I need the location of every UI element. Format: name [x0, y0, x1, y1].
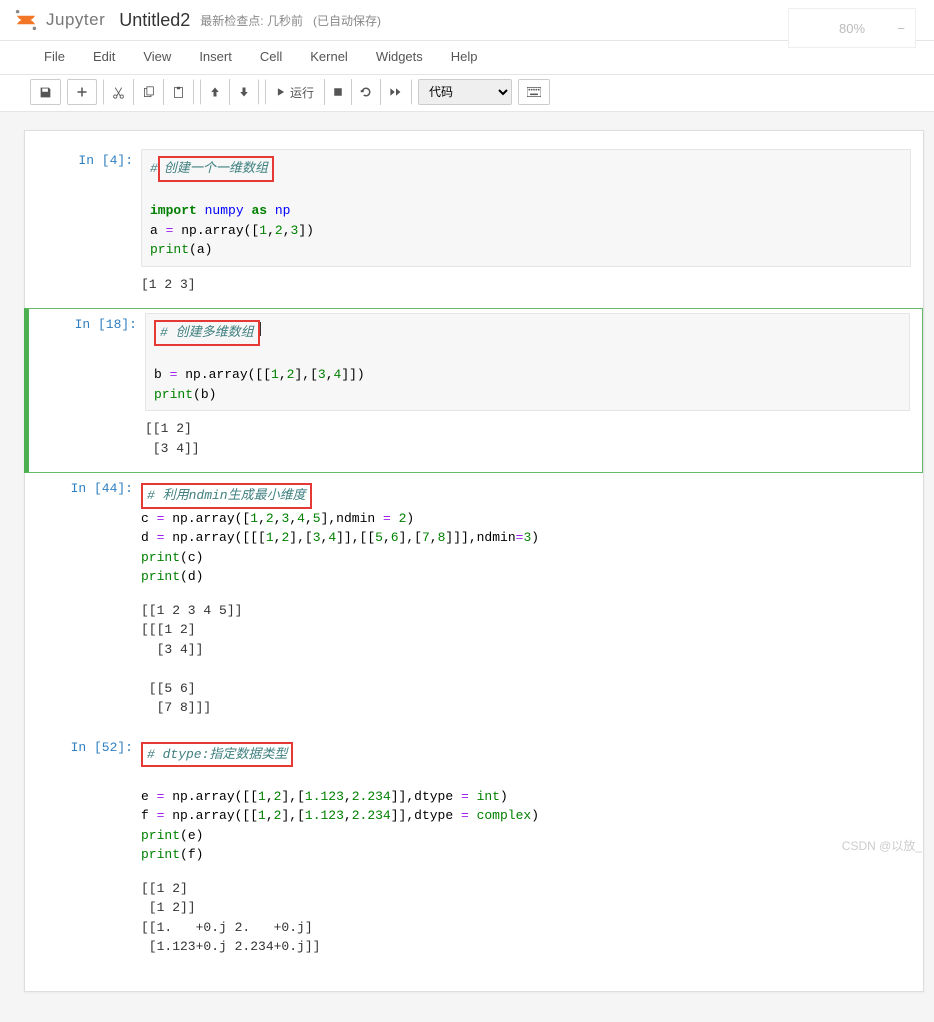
autosave-text: (已自动保存) [313, 12, 381, 29]
menu-help[interactable]: Help [437, 45, 492, 68]
cell-output: [[1 2] [3 4]] [145, 415, 910, 466]
code-cell[interactable]: In [52]: # dtype:指定数据类型 e = np.array([[1… [25, 732, 923, 971]
arrow-up-icon [209, 86, 221, 98]
notebook-area: In [4]: #创建一个一维数组 import numpy as np a =… [0, 112, 934, 1022]
play-icon [276, 87, 286, 97]
cell-body: # 创建多维数组 b = np.array([[1,2],[3,4]]) pri… [145, 313, 922, 466]
code-input[interactable]: #创建一个一维数组 import numpy as np a = np.arra… [141, 149, 911, 267]
notebook-inner: In [4]: #创建一个一维数组 import numpy as np a =… [24, 130, 924, 992]
code-cell[interactable]: In [18]: # 创建多维数组 b = np.array([[1,2],[3… [24, 308, 923, 473]
plus-icon [76, 86, 88, 98]
checkpoint-text: 最新检查点: 几秒前 [200, 12, 303, 29]
arrow-down-icon [238, 86, 250, 98]
menu-view[interactable]: View [129, 45, 185, 68]
toolbar: 运行 代码 [0, 75, 934, 112]
menu-kernel[interactable]: Kernel [296, 45, 362, 68]
menu-cell[interactable]: Cell [246, 45, 296, 68]
move-down-button[interactable] [230, 79, 258, 105]
input-prompt: In [52]: [25, 736, 141, 965]
cut-button[interactable] [104, 79, 134, 105]
paste-icon [172, 86, 185, 99]
jupyter-logo-icon [12, 6, 40, 34]
cell-body: #创建一个一维数组 import numpy as np a = np.arra… [141, 149, 923, 302]
notebook-title[interactable]: Untitled2 [119, 10, 190, 31]
zoom-value: 80% [839, 21, 865, 36]
fast-forward-button[interactable] [381, 79, 411, 105]
menu-insert[interactable]: Insert [185, 45, 246, 68]
code-input[interactable]: # 利用ndmin生成最小维度 c = np.array([1,2,3,4,5]… [141, 477, 911, 593]
restart-icon [360, 86, 372, 98]
keyboard-icon [527, 87, 541, 97]
zoom-indicator: 80% − [788, 8, 916, 48]
run-group: 运行 [265, 79, 412, 105]
code-cell[interactable]: In [4]: #创建一个一维数组 import numpy as np a =… [25, 145, 923, 308]
cut-icon [112, 86, 125, 99]
copy-button[interactable] [134, 79, 164, 105]
watermark: CSDN @以放_ [842, 837, 922, 854]
code-input[interactable]: # dtype:指定数据类型 e = np.array([[1,2],[1.12… [141, 736, 911, 871]
copy-icon [142, 86, 155, 99]
zoom-minus[interactable]: − [897, 21, 905, 36]
input-prompt: In [18]: [29, 313, 145, 466]
save-button[interactable] [30, 79, 61, 105]
edit-group [103, 79, 194, 105]
paste-button[interactable] [164, 79, 193, 105]
input-prompt: In [44]: [25, 477, 141, 726]
save-icon [39, 86, 52, 99]
move-up-button[interactable] [201, 79, 230, 105]
stop-icon [333, 87, 343, 97]
input-prompt: In [4]: [25, 149, 141, 302]
fast-forward-icon [389, 87, 403, 97]
menu-file[interactable]: File [30, 45, 79, 68]
code-cell[interactable]: In [44]: # 利用ndmin生成最小维度 c = np.array([1… [25, 473, 923, 732]
add-cell-button[interactable] [67, 79, 97, 105]
restart-button[interactable] [352, 79, 381, 105]
command-palette-button[interactable] [518, 79, 550, 105]
run-label: 运行 [290, 84, 314, 101]
cell-body: # 利用ndmin生成最小维度 c = np.array([1,2,3,4,5]… [141, 477, 923, 726]
stop-button[interactable] [325, 79, 352, 105]
celltype-select[interactable]: 代码 [418, 79, 512, 105]
cell-output: [[1 2] [1 2]] [[1. +0.j 2. +0.j] [1.123+… [141, 875, 911, 965]
cell-output: [[1 2 3 4 5]] [[[1 2] [3 4]] [[5 6] [7 8… [141, 597, 911, 726]
menu-widgets[interactable]: Widgets [362, 45, 437, 68]
cell-output: [1 2 3] [141, 271, 911, 303]
menu-edit[interactable]: Edit [79, 45, 129, 68]
move-group [200, 79, 259, 105]
cell-body: # dtype:指定数据类型 e = np.array([[1,2],[1.12… [141, 736, 923, 965]
run-button[interactable]: 运行 [266, 79, 325, 105]
code-input[interactable]: # 创建多维数组 b = np.array([[1,2],[3,4]]) pri… [145, 313, 910, 411]
brand-text: Jupyter [46, 10, 105, 30]
